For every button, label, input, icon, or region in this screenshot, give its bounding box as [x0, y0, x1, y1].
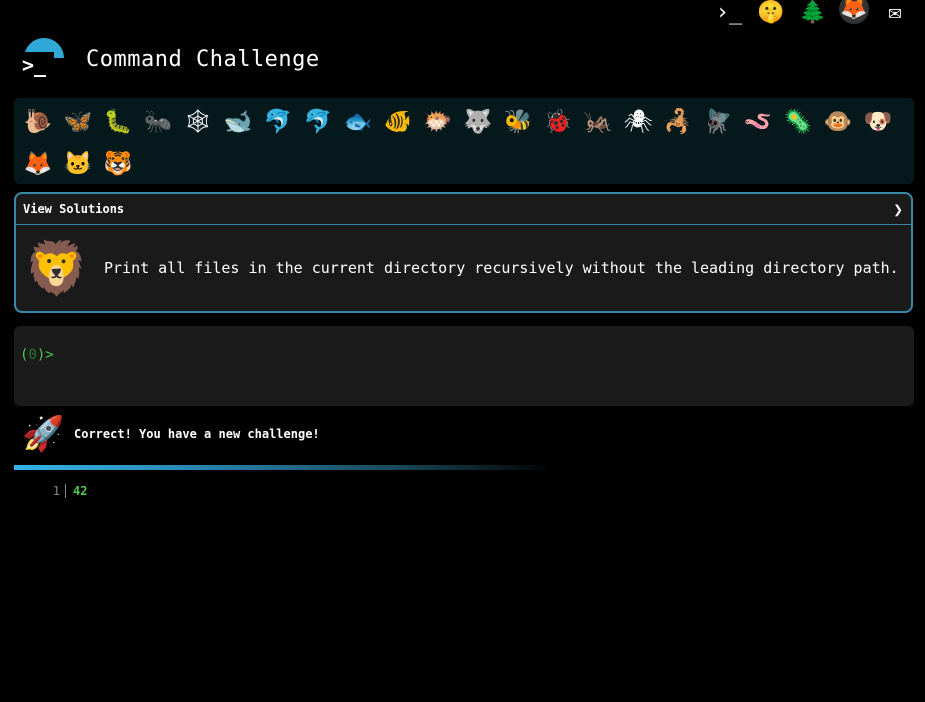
- status-message: 🚀 Correct! You have a new challenge!: [22, 414, 320, 454]
- chevron-right-icon: ❯: [893, 199, 903, 219]
- tree-icon[interactable]: 🌲: [797, 0, 829, 26]
- top-toolbar: ›_ 🤫 🌲 🦊 ✉: [713, 0, 925, 30]
- lion-icon: 🦁: [24, 238, 89, 299]
- prompt-icon: >_: [22, 52, 54, 78]
- level-17-icon[interactable]: 🦂: [658, 100, 698, 142]
- level-progress-bar: 🐌 🦋 🐛 🐜 🕸 🐋 🐬 🐬 🐟 🐠 🐡 🐺 🐝 🐞 🦗 🕷 🦂 🪰 🪱 🦠 🐵 🐶 🦊 🐱 🐯: [14, 98, 914, 184]
- level-10-icon[interactable]: 🐠: [378, 100, 418, 142]
- level-11-icon[interactable]: 🐡: [418, 100, 458, 142]
- view-solutions-label: View Solutions: [23, 202, 125, 216]
- output-line-number: 1: [40, 484, 66, 498]
- logo: >_: [22, 38, 66, 80]
- progress-divider: [14, 465, 554, 470]
- level-19-icon[interactable]: 🪱: [738, 100, 778, 142]
- status-text: Correct! You have a new challenge!: [74, 427, 320, 441]
- gitlab-fox-icon[interactable]: 🦊: [839, 0, 869, 24]
- page-title: Command Challenge: [86, 46, 320, 72]
- mail-icon[interactable]: ✉: [879, 0, 911, 26]
- command-output: 1 42: [40, 484, 87, 498]
- level-6-icon[interactable]: 🐋: [218, 100, 258, 142]
- level-3-icon[interactable]: 🐛: [98, 100, 138, 142]
- terminal-input[interactable]: (0)>: [14, 326, 914, 406]
- terminal-icon[interactable]: ›_: [713, 0, 745, 26]
- level-2-icon[interactable]: 🦋: [58, 100, 98, 142]
- level-5-icon[interactable]: 🕸: [178, 100, 218, 142]
- challenge-body: 🦁 Print all files in the current directo…: [16, 225, 911, 311]
- level-22-icon[interactable]: 🐶: [858, 100, 898, 142]
- level-7-icon[interactable]: 🐬: [258, 100, 298, 142]
- level-12-icon[interactable]: 🐺: [458, 100, 498, 142]
- level-18-icon[interactable]: 🪰: [698, 100, 738, 142]
- level-13-icon[interactable]: 🐝: [498, 100, 538, 142]
- challenge-panel: View Solutions ❯ 🦁 Print all files in th…: [14, 192, 913, 313]
- level-24-icon[interactable]: 🐱: [58, 142, 98, 184]
- level-4-icon[interactable]: 🐜: [138, 100, 178, 142]
- level-1-icon[interactable]: 🐌: [18, 100, 58, 142]
- prompt-exit-code: 0: [28, 347, 37, 363]
- terminal-prompt: (0)>: [20, 347, 54, 363]
- level-8-icon[interactable]: 🐬: [298, 100, 338, 142]
- output-value: 42: [73, 484, 88, 498]
- view-solutions-toggle[interactable]: View Solutions ❯: [16, 194, 911, 225]
- level-25-icon[interactable]: 🐯: [98, 142, 138, 184]
- level-20-icon[interactable]: 🦠: [778, 100, 818, 142]
- level-21-icon[interactable]: 🐵: [818, 100, 858, 142]
- level-15-icon[interactable]: 🦗: [578, 100, 618, 142]
- prompt-close: )>: [36, 347, 54, 363]
- level-14-icon[interactable]: 🐞: [538, 100, 578, 142]
- level-16-icon[interactable]: 🕷: [618, 100, 658, 142]
- level-23-icon[interactable]: 🦊: [18, 142, 58, 184]
- rocket-icon: 🚀: [22, 414, 65, 454]
- challenge-description: Print all files in the current directory…: [104, 259, 899, 277]
- page-header: >_ Command Challenge: [22, 38, 320, 80]
- shush-emoji-icon[interactable]: 🤫: [755, 0, 787, 26]
- level-9-icon[interactable]: 🐟: [338, 100, 378, 142]
